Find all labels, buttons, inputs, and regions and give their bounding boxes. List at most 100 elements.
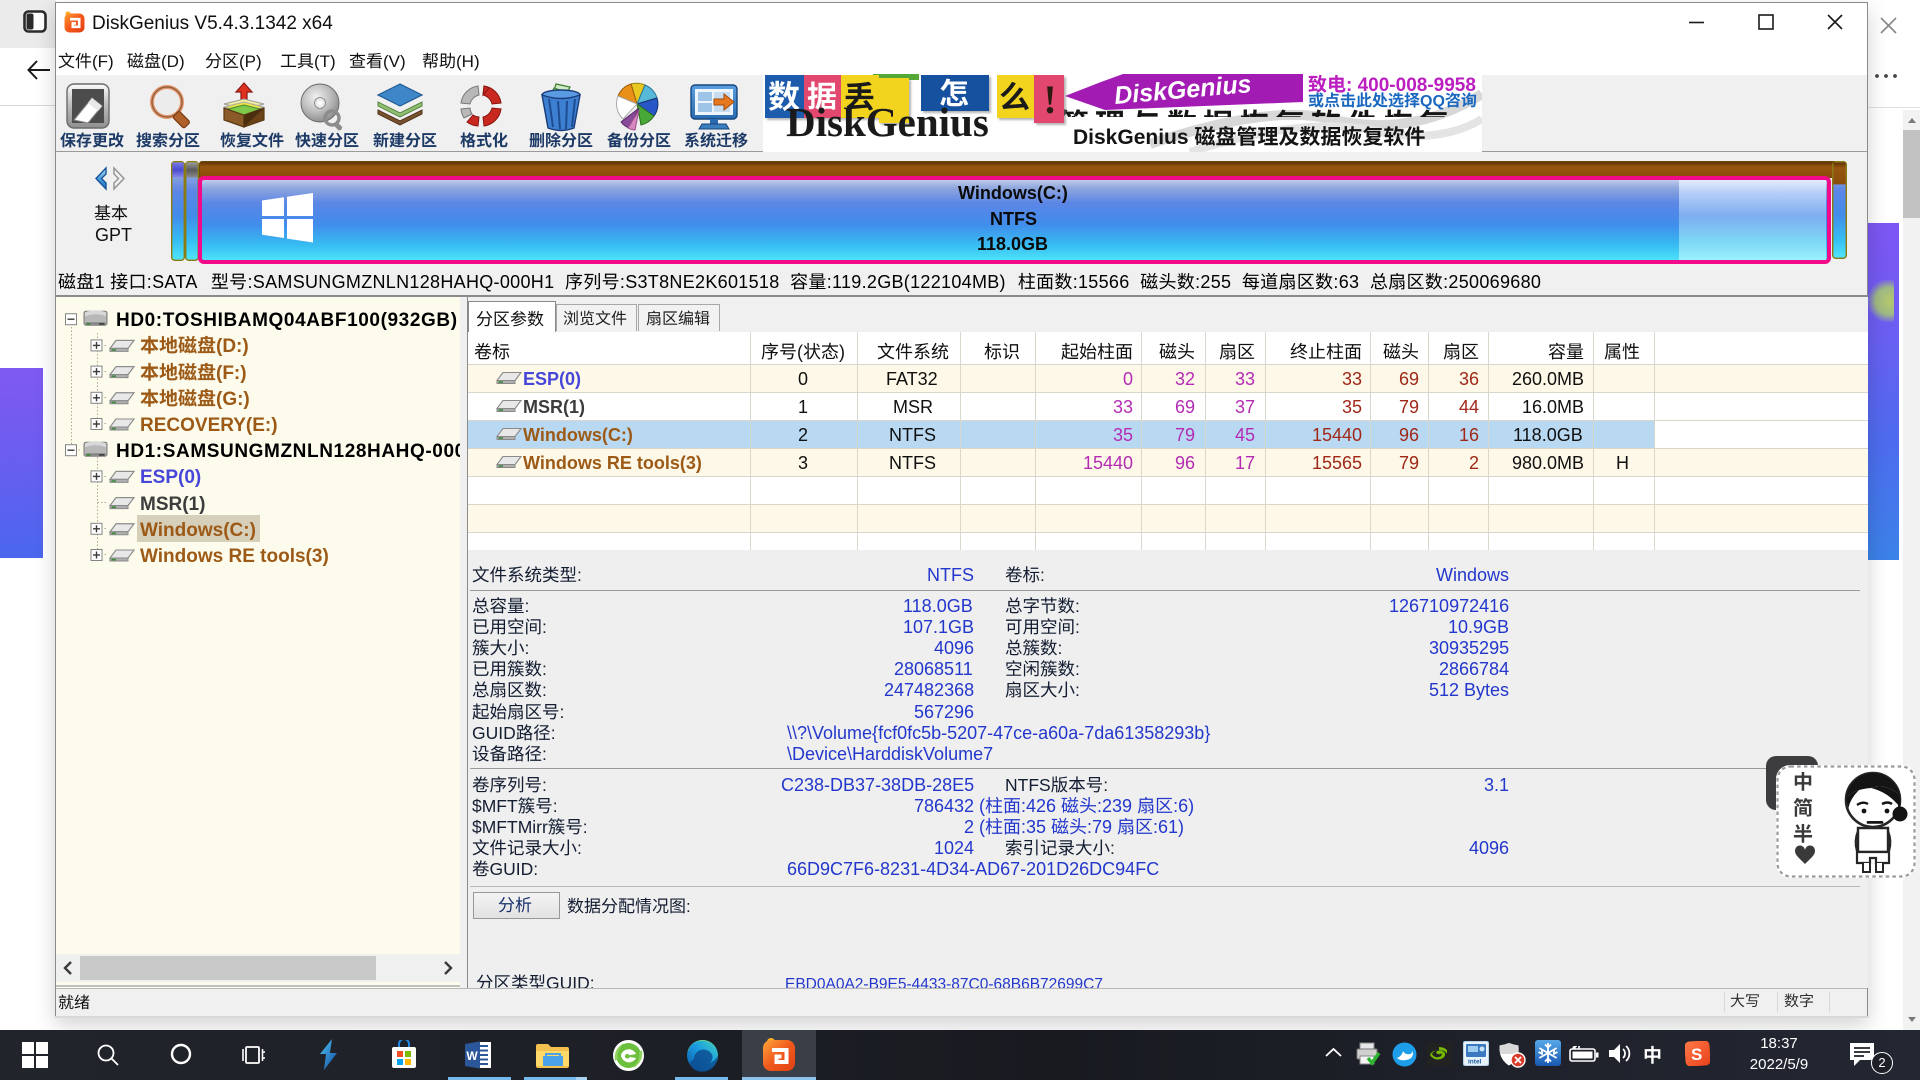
svg-text::63: :63 [1333,272,1359,292]
svg-text:H: H [1616,453,1629,473]
svg-text::: : [542,617,547,637]
svg-text:4096: 4096 [1469,838,1509,858]
svg-text::255: :255 [1195,272,1231,292]
svg-text:NTFS: NTFS [889,425,936,445]
svg-text:(G:): (G:) [216,389,250,410]
svg-text::61): :61) [1153,817,1184,837]
svg-text:\Device\HarddiskVolume7: \Device\HarddiskVolume7 [787,744,993,764]
svg-text:45: 45 [1235,425,1255,445]
svg-text:): ) [839,342,845,362]
svg-text:(F): (F) [92,52,114,71]
svg-text::: : [551,723,556,743]
svg-text::: : [1075,617,1080,637]
svg-text:0: 0 [798,369,808,389]
svg-text:36: 36 [1459,369,1479,389]
svg-text:118.0GB: 118.0GB [977,234,1048,254]
svg-text:NTFS: NTFS [889,453,936,473]
svg-text:2: 2 [1469,453,1479,473]
svg-text:DiskGenius: DiskGenius [1073,126,1189,149]
svg-text:35: 35 [1342,397,1362,417]
svg-text:Windows RE tools(3): Windows RE tools(3) [140,546,329,567]
svg-text::: : [560,702,565,722]
svg-text:15440: 15440 [1083,453,1133,473]
svg-text:96: 96 [1399,425,1419,445]
svg-text:69: 69 [1399,369,1419,389]
svg-text:(F:): (F:) [216,363,247,384]
svg-text:intel: intel [1468,1059,1482,1066]
svg-text:HD0:TOSHIBAMQ04ABF100(932GB): HD0:TOSHIBAMQ04ABF100(932GB) [116,310,458,331]
svg-text:(T): (T) [314,52,336,71]
svg-text:(D): (D) [161,52,185,71]
svg-text::: : [577,838,582,858]
svg-text::: : [686,897,691,916]
svg-text::S3T8NE2K601518: :S3T8NE2K601518 [620,272,780,292]
svg-text:S: S [1691,1045,1702,1064]
svg-text:GUID:: GUID: [490,859,539,879]
svg-text:NTFS: NTFS [927,565,974,585]
svg-text:3: 3 [798,453,808,473]
svg-text:1: 1 [95,272,105,292]
svg-text:69: 69 [1175,397,1195,417]
svg-text:33: 33 [1113,397,1133,417]
svg-text::SATA: :SATA [147,272,198,292]
svg-text:MSR: MSR [893,397,933,417]
svg-text::250069680: :250069680 [1443,272,1541,292]
svg-text:37: 37 [1235,397,1255,417]
svg-text:16.0MB: 16.0MB [1522,397,1584,417]
svg-text:79: 79 [1399,397,1419,417]
svg-text:15565: 15565 [1312,453,1362,473]
svg-text::: : [1040,565,1045,585]
svg-text:GUID:: GUID: [546,973,595,988]
svg-text::: : [542,680,547,700]
svg-text:(D:): (D:) [216,336,249,357]
svg-text::119.2GB(122104MB): :119.2GB(122104MB) [827,272,1006,292]
svg-text:Windows(C:): Windows(C:) [958,183,1068,203]
svg-text:2: 2 [798,425,808,445]
svg-text:(H): (H) [456,52,480,71]
svg-text:EBD0A0A2-B9E5-4433-87C0-68B6B7: EBD0A0A2-B9E5-4433-87C0-68B6B72699C7 [785,976,1103,988]
svg-text:118.0GB: 118.0GB [1513,425,1583,445]
svg-text:MSR(1): MSR(1) [523,397,585,417]
svg-text:35: 35 [1113,425,1133,445]
svg-text:Windows(C:): Windows(C:) [523,425,633,445]
svg-text::SAMSUNGMZNLN128HAHQ-000H1: :SAMSUNGMZNLN128HAHQ-000H1 [248,272,555,292]
svg-text:FAT32: FAT32 [886,369,938,389]
svg-text:79: 79 [1399,453,1419,473]
svg-text:MSR(1): MSR(1) [140,494,205,515]
svg-text::: : [577,565,582,585]
svg-text:ESP(0): ESP(0) [523,369,581,389]
svg-text:33: 33 [1235,369,1255,389]
svg-text:(: ( [797,342,803,362]
svg-text:NTFS: NTFS [990,209,1037,229]
svg-text:Windows RE tools(3): Windows RE tools(3) [523,453,702,473]
svg-text:1: 1 [798,397,808,417]
svg-text:W: W [466,1049,478,1063]
svg-text:3.1: 3.1 [1484,775,1509,795]
svg-text:(: ( [979,817,985,837]
svg-text:Windows: Windows [1436,565,1509,585]
svg-text:260.0MB: 260.0MB [1512,369,1584,389]
svg-text::15566: :15566 [1073,272,1130,292]
svg-text:16: 16 [1459,425,1479,445]
svg-text:17: 17 [1235,453,1255,473]
svg-text::: : [542,744,547,764]
svg-text:247482368: 247482368 [884,680,974,700]
svg-text:79: 79 [1175,425,1195,445]
svg-text:512 Bytes: 512 Bytes [1429,680,1509,700]
svg-text:Windows(C:): Windows(C:) [140,520,256,541]
svg-text:ESP(0): ESP(0) [140,467,201,488]
svg-text:QQ: QQ [1420,93,1445,110]
svg-text:HD1:SAMSUNGMZNLN128HAHQ-000: HD1:SAMSUNGMZNLN128HAHQ-000 [116,441,466,462]
svg-text::: : [1075,680,1080,700]
svg-text:(V): (V) [383,52,406,71]
svg-text:980.0MB: 980.0MB [1512,453,1584,473]
svg-text:15440: 15440 [1312,425,1362,445]
svg-text:66D9C7F6-8231-4D34-AD67-201D26: 66D9C7F6-8231-4D34-AD67-201D26DC94FC [787,859,1159,879]
svg-text:96: 96 [1175,453,1195,473]
svg-text:(P): (P) [239,52,262,71]
svg-text:44: 44 [1459,397,1479,417]
svg-text:0: 0 [1123,369,1133,389]
svg-text:33: 33 [1342,369,1362,389]
svg-text:32: 32 [1175,369,1195,389]
svg-text:RECOVERY(E:): RECOVERY(E:) [140,415,278,436]
